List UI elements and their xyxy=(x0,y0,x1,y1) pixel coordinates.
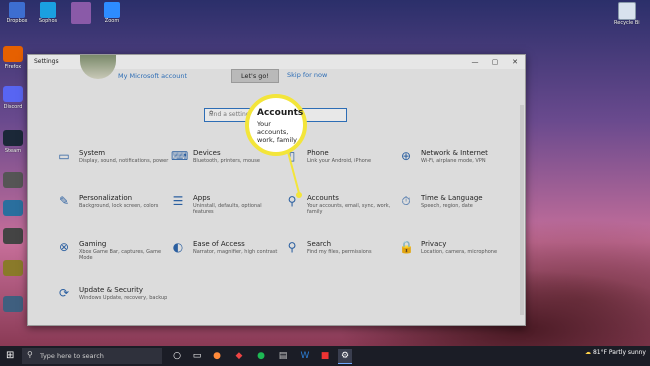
desktop-app-icon[interactable] xyxy=(3,200,23,216)
category-title: System xyxy=(79,149,106,157)
category-description: Location, camera, microphone xyxy=(421,249,498,255)
category-title: Privacy xyxy=(421,240,447,248)
settings-taskbar-icon[interactable]: ⚙ xyxy=(338,349,352,364)
accounts-callout: Accounts Your accounts, work, family xyxy=(245,94,307,156)
weather-icon: ☁ xyxy=(585,349,592,356)
category-title: Time & Language xyxy=(421,194,483,202)
dropbox-icon xyxy=(9,2,25,18)
category-title: Personalization xyxy=(79,194,133,202)
category-title: Search xyxy=(307,240,332,248)
desktop-icon-label: Zoom xyxy=(104,18,120,24)
recycle-bin-label: Recycle Bin xyxy=(614,20,640,26)
app-taskbar-icon[interactable]: ◆ xyxy=(232,349,246,363)
maximize-button[interactable]: ▢ xyxy=(486,57,504,67)
weather-text: 81°F Partly sunny xyxy=(592,349,646,356)
recycle-bin-icon xyxy=(618,2,636,20)
paintbrush-icon: ✎ xyxy=(58,194,70,208)
category-description: Speech, region, date xyxy=(421,203,473,209)
category-title: Devices xyxy=(193,149,221,157)
person-icon: ⚲ xyxy=(287,194,297,208)
account-banner-image xyxy=(80,55,116,79)
desktop-icon-label: Steam xyxy=(4,148,22,154)
system-tray: ☁ 81°F Partly sunny xyxy=(585,349,646,356)
desktop-icon[interactable]: Dropbox xyxy=(4,2,30,24)
search-icon: ⚲ xyxy=(287,240,297,254)
my-microsoft-account-link[interactable]: My Microsoft account xyxy=(118,72,187,80)
app-shortcut-icon xyxy=(71,2,91,24)
desktop-icon-label: Firefox xyxy=(4,64,22,70)
desktop-icon-label: Sophos xyxy=(38,18,58,24)
xbox-icon: ⊗ xyxy=(58,240,70,254)
desktop-icon[interactable] xyxy=(68,2,94,24)
category-title: Network & Internet xyxy=(421,149,488,157)
category-title: Ease of Access xyxy=(193,240,245,248)
sync-icon: ⟳ xyxy=(58,286,70,300)
desktop-app-icon[interactable] xyxy=(3,228,23,244)
keyboard-icon: ⌨ xyxy=(171,149,189,163)
callout-title: Accounts xyxy=(257,108,304,118)
desktop-icon[interactable]: Sophos xyxy=(35,2,61,24)
category-title: Gaming xyxy=(79,240,107,248)
task-view-icon[interactable]: ○ xyxy=(170,349,184,363)
lets-go-button[interactable]: Let's go! xyxy=(231,69,279,83)
apps-list-icon: ☰ xyxy=(172,194,184,208)
minimize-button[interactable]: — xyxy=(466,57,484,67)
desktop-icon-label: Discord xyxy=(3,104,23,110)
taskbar: ⊞ ⚲ Type here to search ○ ▭ ● ◆ ● ▤ W ■ … xyxy=(0,346,650,366)
laptop-icon: ▭ xyxy=(58,149,70,163)
category-description: Narrator, magnifier, high contrast xyxy=(193,249,278,255)
category-title: Phone xyxy=(307,149,329,157)
taskbar-search-placeholder: Type here to search xyxy=(40,352,104,360)
category-description: Background, lock screen, colors xyxy=(79,203,159,209)
file-explorer-icon[interactable]: ▭ xyxy=(190,349,204,363)
steam-icon[interactable] xyxy=(3,130,23,146)
category-description: Link your Android, iPhone xyxy=(307,158,372,164)
callout-body: Your accounts, work, family xyxy=(257,120,297,144)
firefox-icon[interactable] xyxy=(3,46,23,62)
category-title: Accounts xyxy=(307,194,339,202)
clock-language-icon: ⏱ xyxy=(401,194,411,208)
category-description: Bluetooth, printers, mouse xyxy=(193,158,260,164)
category-description: Find my files, permissions xyxy=(307,249,372,255)
category-title: Update & Security xyxy=(79,286,144,294)
category-description: Uninstall, defaults, optional features xyxy=(193,203,262,216)
sophos-icon xyxy=(40,2,56,18)
search-icon: ⚲ xyxy=(27,350,33,359)
lock-icon: 🔒 xyxy=(399,240,414,254)
globe-icon: ⊕ xyxy=(400,149,412,163)
close-button[interactable]: ✕ xyxy=(506,57,524,67)
taskbar-search-box[interactable]: ⚲ Type here to search xyxy=(22,348,162,364)
accessibility-icon: ◐ xyxy=(172,240,184,254)
windows-start-icon[interactable]: ⊞ xyxy=(6,350,18,362)
word-icon[interactable]: W xyxy=(298,349,312,363)
app-taskbar-icon[interactable]: ▤ xyxy=(276,349,290,363)
spotify-icon[interactable]: ● xyxy=(254,349,268,363)
zoom-icon xyxy=(104,2,120,18)
desktop-app-icon[interactable] xyxy=(3,260,23,276)
category-description: Xbox Game Bar, captures, Game Mode xyxy=(79,249,162,262)
desktop-icon-label: Dropbox xyxy=(6,18,28,24)
desktop-icon[interactable]: Zoom xyxy=(99,2,125,24)
category-description: Windows Update, recovery, backup xyxy=(79,295,168,301)
desktop-app-icon[interactable] xyxy=(3,172,23,188)
skip-for-now-link[interactable]: Skip for now xyxy=(287,71,327,79)
desktop-app-icon[interactable] xyxy=(3,296,23,312)
category-description: Display, sound, notifications, power xyxy=(79,158,169,164)
app-taskbar-icon[interactable]: ■ xyxy=(318,349,332,363)
scrollbar[interactable] xyxy=(520,105,524,315)
firefox-taskbar-icon[interactable]: ● xyxy=(210,349,224,363)
recycle-bin[interactable]: Recycle Bin xyxy=(614,2,640,26)
category-description: Wi-Fi, airplane mode, VPN xyxy=(421,158,486,164)
window-title: Settings xyxy=(34,58,59,65)
category-title: Apps xyxy=(193,194,211,202)
discord-icon[interactable] xyxy=(3,86,23,102)
category-description: Your accounts, email, sync, work, family xyxy=(307,203,391,216)
